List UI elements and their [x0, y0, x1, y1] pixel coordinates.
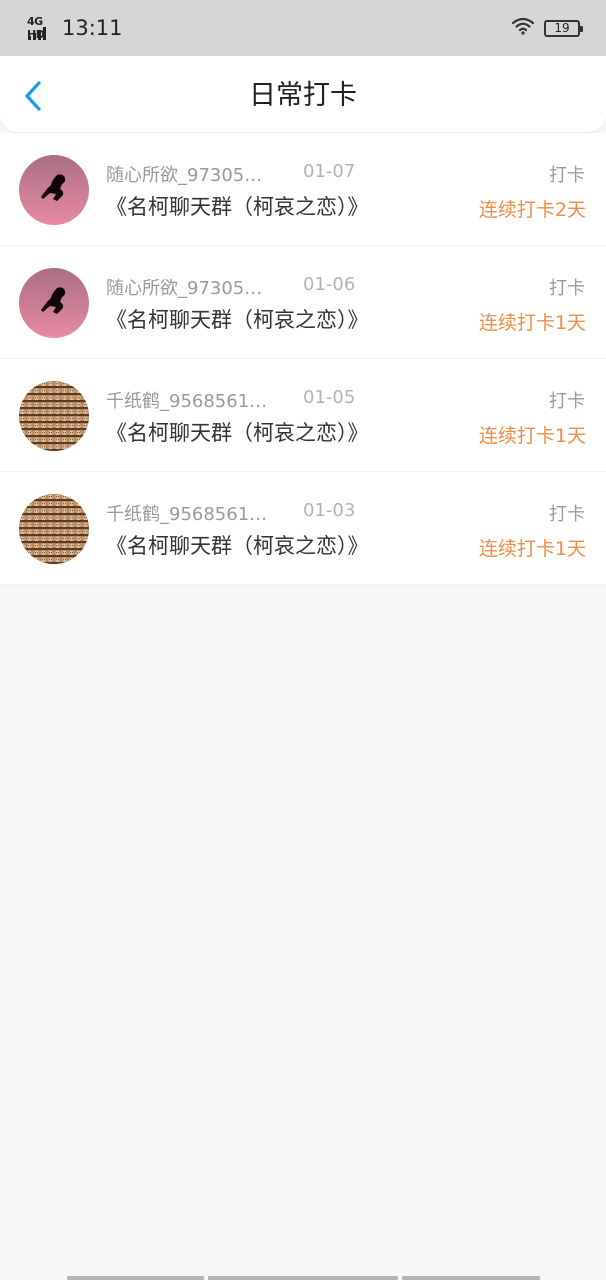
status-time: 13:11 [62, 16, 123, 40]
item-streak: 连续打卡1天 [478, 425, 586, 447]
avatar[interactable] [19, 381, 89, 451]
item-type: 打卡 [549, 278, 585, 299]
battery-level: 19 [554, 21, 570, 35]
list-item[interactable]: 随心所欲_97305… 01-06 《名柯聊天群（柯哀之恋）》 打卡 连续打卡1… [0, 246, 606, 359]
avatar[interactable] [19, 268, 89, 338]
item-date: 01-06 [303, 274, 356, 295]
checkin-list: 随心所欲_97305… 01-07 《名柯聊天群（柯哀之恋）》 打卡 连续打卡2… [0, 133, 606, 585]
item-title: 《名柯聊天群（柯哀之恋）》 [106, 195, 369, 219]
wifi-icon [511, 17, 535, 39]
status-bar: 4G HD 13:11 19 [0, 0, 606, 56]
status-left: 4G HD 13:11 [26, 12, 123, 44]
item-date: 01-07 [303, 161, 356, 182]
item-date: 01-05 [303, 387, 356, 408]
item-title: 《名柯聊天群（柯哀之恋）》 [106, 308, 369, 332]
item-username: 随心所欲_97305… [106, 165, 263, 186]
pink-silhouette-avatar [19, 155, 89, 225]
pink-silhouette-avatar [19, 268, 89, 338]
mosaic-faces-avatar [19, 381, 89, 451]
status-right: 19 [511, 14, 583, 42]
item-date: 01-03 [303, 500, 356, 521]
item-title: 《名柯聊天群（柯哀之恋）》 [106, 421, 369, 445]
home-indicator[interactable] [67, 1276, 540, 1280]
list-item[interactable]: 千纸鹤_9568561… 01-03 《名柯聊天群（柯哀之恋）》 打卡 连续打卡… [0, 472, 606, 585]
item-streak: 连续打卡1天 [478, 538, 586, 560]
page-title: 日常打卡 [249, 80, 357, 111]
item-username: 千纸鹤_9568561… [106, 391, 268, 412]
item-streak: 连续打卡2天 [478, 199, 586, 221]
header: 日常打卡 [0, 56, 606, 132]
item-username: 随心所欲_97305… [106, 278, 263, 299]
item-streak: 连续打卡1天 [478, 312, 586, 334]
battery-icon: 19 [544, 19, 583, 37]
mosaic-faces-avatar [19, 494, 89, 564]
signal-icon: 4G HD [26, 13, 58, 43]
avatar[interactable] [19, 494, 89, 564]
avatar[interactable] [19, 155, 89, 225]
list-item[interactable]: 千纸鹤_9568561… 01-05 《名柯聊天群（柯哀之恋）》 打卡 连续打卡… [0, 359, 606, 472]
item-type: 打卡 [549, 165, 585, 186]
list-item[interactable]: 随心所欲_97305… 01-07 《名柯聊天群（柯哀之恋）》 打卡 连续打卡2… [0, 133, 606, 246]
item-type: 打卡 [549, 391, 585, 412]
item-title: 《名柯聊天群（柯哀之恋）》 [106, 534, 369, 558]
item-username: 千纸鹤_9568561… [106, 504, 268, 525]
item-type: 打卡 [549, 504, 585, 525]
